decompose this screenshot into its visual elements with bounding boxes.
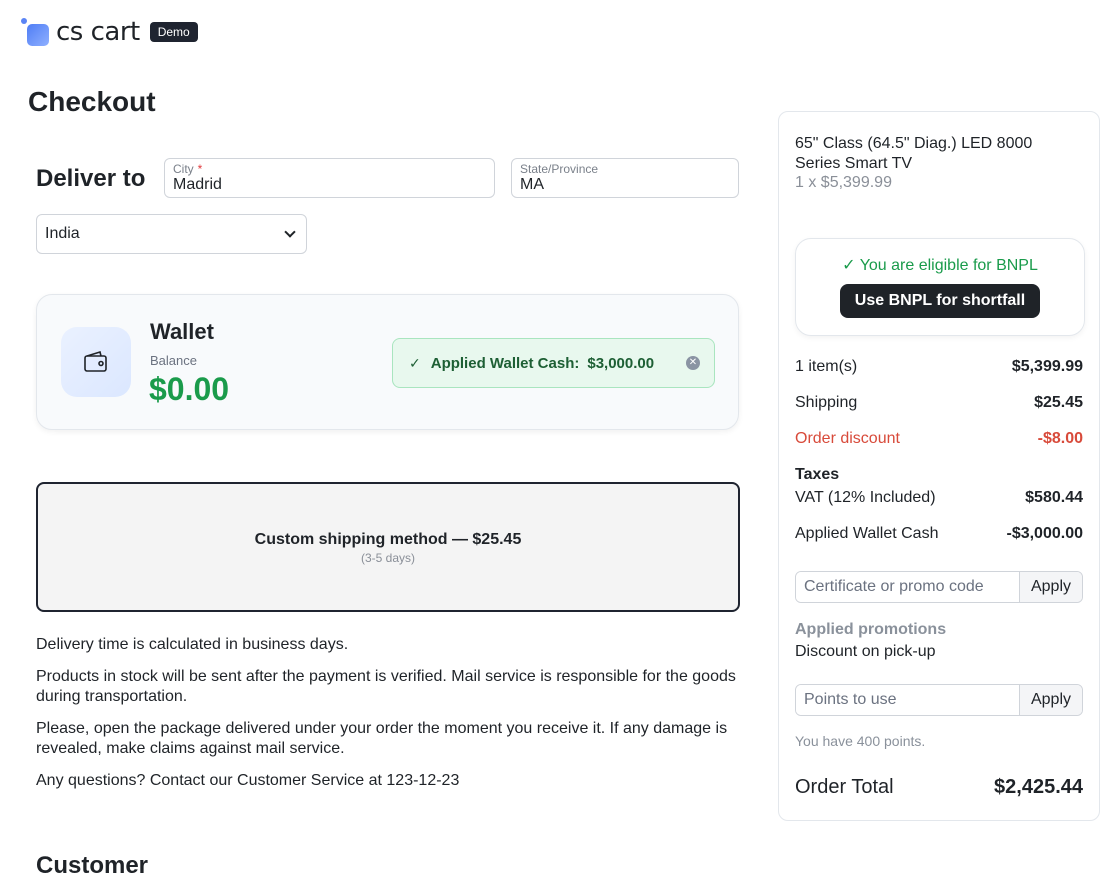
shipping-method-option[interactable]: Custom shipping method — $25.45 (3-5 day…	[36, 482, 740, 612]
info-text: Products in stock will be sent after the…	[36, 668, 736, 705]
points-info: You have 400 points.	[795, 733, 926, 749]
info-text: Delivery time is calculated in business …	[36, 636, 349, 653]
shipping-value: $25.45	[1034, 394, 1083, 411]
vat-value: $580.44	[1025, 489, 1083, 506]
items-label: 1 item(s)	[795, 358, 858, 375]
discount-row: Order discount -$8.00	[795, 430, 1083, 448]
customer-title: Customer	[36, 852, 149, 879]
bnpl-card: ✓ You are eligible for BNPL Use BNPL for…	[795, 238, 1085, 336]
points-group: Apply	[795, 684, 1083, 716]
wallet-cash-row: Applied Wallet Cash -$3,000.00	[795, 525, 1083, 543]
shipping-method-days: (3-5 days)	[360, 551, 416, 565]
logo[interactable]: cs cart Demo	[20, 16, 198, 48]
chevron-down-icon	[284, 226, 296, 238]
discount-label: Order discount	[795, 430, 900, 447]
points-input[interactable]	[796, 685, 1019, 715]
use-bnpl-button[interactable]: Use BNPL for shortfall	[839, 284, 1041, 318]
product-qty: 1 x $5,399.99	[795, 174, 892, 191]
city-field[interactable]: City *	[164, 158, 495, 198]
logo-text: cs cart	[56, 17, 140, 47]
city-input[interactable]	[173, 176, 486, 194]
state-input[interactable]	[520, 176, 730, 194]
applied-wallet-amount: $3,000.00	[587, 354, 655, 372]
country-selected-value: India	[45, 225, 80, 242]
wallet-icon	[84, 350, 107, 372]
wallet-cash-value: -$3,000.00	[1006, 525, 1083, 542]
vat-row: VAT (12% Included) $580.44	[795, 489, 1083, 507]
discount-value: -$8.00	[1037, 430, 1083, 447]
applied-promotions-label: Applied promotions	[795, 621, 947, 638]
page-title: Checkout	[28, 86, 156, 117]
info-text: Please, open the package delivered under…	[36, 720, 728, 757]
vat-label: VAT (12% Included)	[795, 489, 936, 506]
shipping-method-name: Custom shipping method — $25.45	[254, 531, 522, 548]
applied-promotion-item: Discount on pick-up	[795, 643, 936, 660]
promo-code-input[interactable]	[796, 572, 1019, 602]
wallet-icon-box	[61, 327, 131, 397]
order-total-row: Order Total $2,425.44	[795, 776, 1083, 799]
demo-badge: Demo	[149, 22, 198, 42]
state-label: State/Province	[520, 162, 599, 176]
applied-wallet-label: Applied Wallet Cash:	[430, 354, 580, 372]
deliver-to-title: Deliver to	[36, 165, 146, 192]
state-field[interactable]: State/Province	[511, 158, 739, 198]
remove-wallet-cash-icon[interactable]: ✕	[686, 356, 700, 370]
check-icon: ✓	[842, 257, 856, 274]
order-total-value: $2,425.44	[994, 776, 1083, 798]
apply-points-button[interactable]: Apply	[1019, 685, 1082, 715]
wallet-cash-label: Applied Wallet Cash	[795, 525, 939, 542]
bnpl-eligible-text: ✓ You are eligible for BNPL	[842, 257, 1038, 274]
wallet-balance: $0.00	[149, 371, 230, 407]
country-select[interactable]: India	[36, 214, 307, 254]
promo-code-group: Apply	[795, 571, 1083, 603]
wallet-balance-label: Balance	[150, 353, 197, 368]
apply-promo-button[interactable]: Apply	[1019, 572, 1082, 602]
cs-cart-logo-icon	[20, 17, 50, 47]
items-row: 1 item(s) $5,399.99	[795, 358, 1083, 376]
shipping-row: Shipping $25.45	[795, 394, 1083, 412]
check-icon: ✓	[409, 354, 421, 371]
wallet-title: Wallet	[150, 319, 214, 344]
info-text: Any questions? Contact our Customer Serv…	[36, 772, 460, 789]
taxes-label: Taxes	[795, 466, 840, 483]
order-summary: 65" Class (64.5" Diag.) LED 8000 Series …	[778, 111, 1100, 821]
order-total-label: Order Total	[795, 776, 894, 798]
applied-wallet-cash-pill: ✓ Applied Wallet Cash: $3,000.00 ✕	[392, 338, 715, 388]
wallet-card: Wallet Balance $0.00 ✓ Applied Wallet Ca…	[36, 294, 739, 430]
required-mark: *	[197, 162, 203, 176]
items-value: $5,399.99	[1011, 358, 1083, 375]
city-label: City *	[173, 162, 203, 176]
product-name[interactable]: 65" Class (64.5" Diag.) LED 8000 Series …	[795, 134, 1035, 174]
shipping-label: Shipping	[795, 394, 858, 411]
